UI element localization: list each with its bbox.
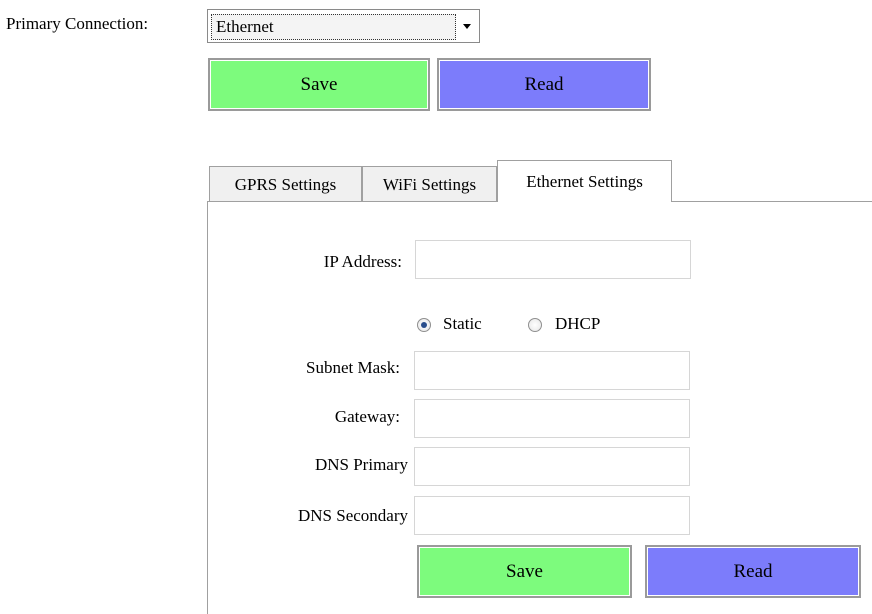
ethernet-read-button[interactable]: Read [645,545,861,598]
tab-ethernet-settings[interactable]: Ethernet Settings [497,160,672,202]
static-radio[interactable] [417,318,431,332]
subnet-mask-input[interactable] [414,351,690,390]
save-button[interactable]: Save [208,58,430,111]
ethernet-save-button[interactable]: Save [417,545,632,598]
read-button[interactable]: Read [437,58,651,111]
chevron-down-icon [463,24,471,29]
dhcp-radio[interactable] [528,318,542,332]
radio-selected-dot [421,322,427,328]
dns-secondary-label: DNS Secondary [297,506,408,525]
ip-address-label: IP Address: [323,252,402,271]
dhcp-radio-label[interactable]: DHCP [555,313,600,335]
connection-settings-page: Primary Connection: Ethernet Save Read G… [0,0,872,614]
static-radio-label[interactable]: Static [443,313,482,335]
tab-gprs-settings[interactable]: GPRS Settings [209,166,362,202]
primary-connection-label: Primary Connection: [6,14,149,33]
gateway-input[interactable] [414,399,690,438]
gateway-label: Gateway: [334,407,400,426]
dns-secondary-input[interactable] [414,496,690,535]
subnet-mask-label: Subnet Mask: [306,358,400,377]
primary-connection-value: Ethernet [211,14,456,40]
dns-primary-input[interactable] [414,447,690,486]
primary-connection-select[interactable]: Ethernet [207,9,480,43]
dns-primary-label: DNS Primary [314,455,408,474]
ip-address-input[interactable] [415,240,691,279]
tab-wifi-settings[interactable]: WiFi Settings [362,166,497,202]
